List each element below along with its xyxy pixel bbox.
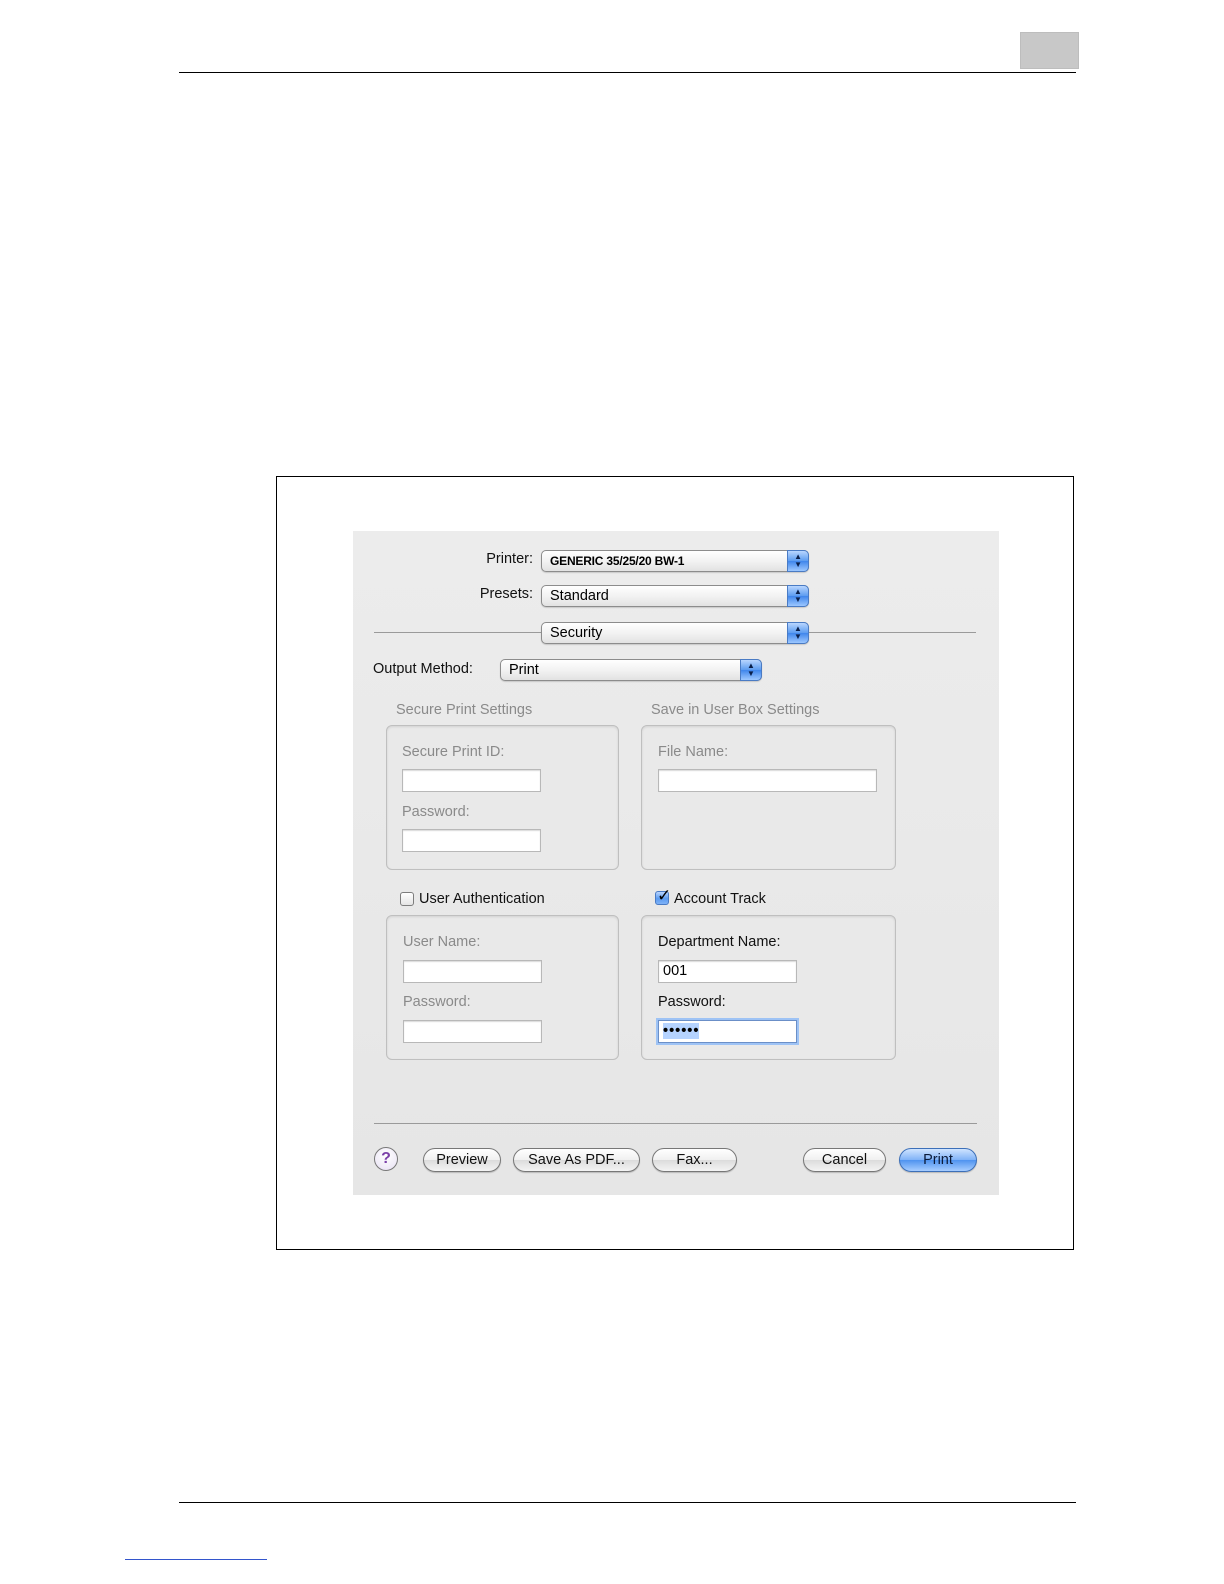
print-dialog: Printer: GENERIC 35/25/20 BW-1 ▲ ▼ Preset… — [353, 531, 999, 1195]
user-password-field[interactable] — [403, 1020, 542, 1043]
file-name-label: File Name: — [658, 744, 729, 760]
save-as-pdf-button[interactable]: Save As PDF... — [513, 1148, 640, 1172]
printer-value: GENERIC 35/25/20 BW-1 — [550, 554, 685, 568]
separator-left — [374, 632, 541, 633]
user-auth-label[interactable]: User Authentication — [419, 891, 545, 907]
department-name-field[interactable]: 001 — [658, 960, 797, 983]
output-method-label: Output Method: — [373, 661, 473, 677]
footer-link-underline — [125, 1559, 267, 1560]
popup-arrows-icon: ▲ ▼ — [740, 659, 762, 681]
cancel-button[interactable]: Cancel — [803, 1148, 886, 1172]
panel-popup[interactable]: Security ▲ ▼ — [541, 622, 809, 644]
user-name-label: User Name: — [403, 934, 481, 950]
footer-rule — [179, 1502, 1076, 1503]
user-box-title: Save in User Box Settings — [651, 702, 820, 718]
popup-arrows-icon: ▲ ▼ — [787, 550, 809, 572]
user-password-label: Password: — [403, 994, 471, 1010]
output-method-popup[interactable]: Print ▲ ▼ — [500, 659, 762, 681]
fax-button[interactable]: Fax... — [652, 1148, 737, 1172]
printer-popup[interactable]: GENERIC 35/25/20 BW-1 ▲ ▼ — [541, 550, 809, 572]
file-name-field[interactable] — [658, 769, 877, 792]
popup-arrows-icon: ▲ ▼ — [787, 622, 809, 644]
output-method-value: Print — [509, 662, 539, 678]
printer-label: Printer: — [486, 551, 533, 567]
department-name-label: Department Name: — [658, 934, 781, 950]
account-track-checkbox[interactable]: ✓ — [655, 886, 671, 905]
chapter-tab — [1020, 32, 1079, 69]
separator-right — [809, 632, 976, 633]
secure-print-id-field[interactable] — [402, 769, 541, 792]
secure-print-title: Secure Print Settings — [396, 702, 533, 718]
account-track-label[interactable]: Account Track — [674, 891, 766, 907]
user-auth-checkbox[interactable] — [400, 892, 414, 906]
user-name-field[interactable] — [403, 960, 542, 983]
account-password-field[interactable]: •••••• — [658, 1020, 797, 1043]
secure-print-password-field[interactable] — [402, 829, 541, 852]
checkmark-icon: ✓ — [657, 886, 672, 905]
presets-label: Presets: — [479, 586, 533, 602]
header-rule — [179, 72, 1076, 73]
secure-print-id-label: Secure Print ID: — [402, 744, 505, 760]
presets-popup[interactable]: Standard ▲ ▼ — [541, 585, 809, 607]
panel-value: Security — [550, 625, 603, 641]
popup-arrows-icon: ▲ ▼ — [787, 585, 809, 607]
help-button[interactable]: ? — [374, 1147, 398, 1171]
secure-print-password-label: Password: — [402, 804, 470, 820]
account-password-value: •••••• — [663, 1023, 700, 1039]
account-password-label: Password: — [658, 994, 726, 1010]
print-button[interactable]: Print — [899, 1148, 977, 1172]
bottom-separator — [374, 1123, 977, 1124]
preview-button[interactable]: Preview — [423, 1148, 501, 1172]
presets-value: Standard — [550, 588, 609, 604]
